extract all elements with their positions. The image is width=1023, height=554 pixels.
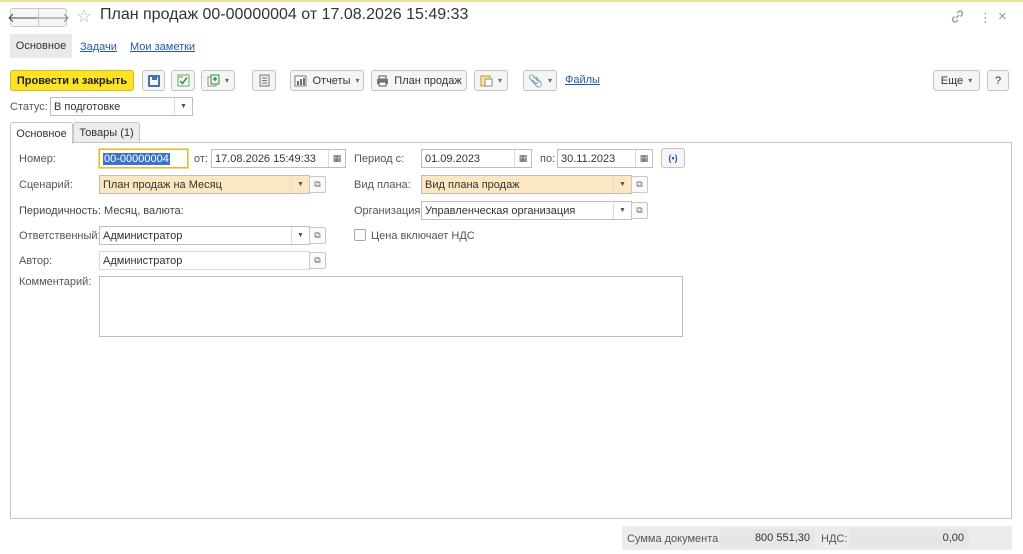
arrow-right-icon: 🡒: [35, 9, 70, 25]
vat-checkbox[interactable]: [354, 229, 366, 241]
open-icon[interactable]: ⧉: [309, 252, 326, 269]
more-menu-button[interactable]: Еще ▾: [933, 70, 980, 91]
period-select-icon: (•): [668, 153, 678, 163]
author-label: Автор:: [19, 255, 53, 267]
post-button[interactable]: [171, 70, 195, 91]
chevron-down-icon[interactable]: ▼: [613, 202, 631, 219]
number-value: 00-00000004: [103, 152, 170, 165]
number-label: Номер:: [19, 153, 56, 165]
period-from-value: 01.09.2023: [425, 152, 481, 165]
reports-label: Отчеты: [312, 74, 351, 87]
fn-link-tasks[interactable]: Задачи: [80, 41, 117, 53]
author-field: Администратор: [99, 251, 310, 270]
periodicity-text: Периодичность: Месяц, валюта:: [19, 205, 184, 217]
report-icon: [294, 75, 307, 86]
organization-select[interactable]: Управленческая организация ▼: [421, 201, 632, 220]
total-label: Сумма документа:: [627, 533, 722, 545]
plan-type-select[interactable]: Вид плана продаж ▼: [421, 175, 632, 194]
vat-total-value: 0,00: [850, 529, 969, 547]
chevron-down-icon: ▾: [547, 76, 552, 85]
tab-goods[interactable]: Товары (1): [73, 122, 140, 143]
help-button[interactable]: ?: [987, 70, 1009, 91]
author-value: Администратор: [103, 254, 183, 267]
open-icon[interactable]: ⧉: [631, 176, 648, 193]
post-icon: [177, 74, 189, 87]
vat-checkbox-label: Цена включает НДС: [371, 230, 475, 242]
open-icon[interactable]: ⧉: [631, 202, 648, 219]
number-input[interactable]: 00-00000004: [99, 149, 188, 168]
select-period-button[interactable]: (•): [661, 148, 685, 168]
organization-label: Организация:: [354, 205, 424, 217]
comment-textarea[interactable]: [99, 276, 683, 337]
chevron-down-icon: ▾: [224, 76, 229, 85]
date-input[interactable]: 17.08.2026 15:49:33 ▦: [211, 149, 346, 168]
attach-file-button[interactable]: 📎 ▾: [523, 70, 557, 91]
print-label: План продаж: [394, 74, 462, 87]
kebab-icon[interactable]: ⋮: [979, 10, 992, 26]
window-top-accent: [0, 0, 1023, 2]
responsible-label: Ответственный:: [19, 230, 101, 242]
chevron-down-icon: ▾: [968, 76, 973, 85]
status-select[interactable]: В подготовке ▼: [50, 97, 193, 116]
date-label: от:: [194, 153, 208, 165]
responsible-value: Администратор: [103, 229, 183, 242]
fn-link-notes[interactable]: Мои заметки: [130, 41, 195, 53]
document-folder-icon: [480, 75, 493, 87]
fn-tab-main[interactable]: Основное: [10, 34, 72, 58]
create-based-on-button[interactable]: ▾: [201, 70, 235, 91]
status-label: Статус:: [10, 101, 48, 113]
document-list-icon: [259, 74, 269, 87]
close-icon[interactable]: ×: [998, 8, 1007, 25]
organization-value: Управленческая организация: [425, 204, 576, 217]
period-to-input[interactable]: 30.11.2023 ▦: [557, 149, 653, 168]
files-link[interactable]: Файлы: [565, 74, 600, 86]
responsible-select[interactable]: Администратор ▼: [99, 226, 310, 245]
tab-main[interactable]: Основное: [10, 122, 73, 144]
period-from-label: Период с:: [354, 153, 405, 165]
chevron-down-icon[interactable]: ▼: [613, 176, 631, 193]
star-icon[interactable]: ☆: [76, 6, 92, 27]
plan-type-label: Вид плана:: [354, 179, 411, 191]
post-and-close-button[interactable]: Провести и закрыть: [10, 70, 134, 91]
calendar-icon[interactable]: ▦: [635, 150, 652, 167]
vat-total-label: НДС:: [821, 533, 848, 545]
scenario-label: Сценарий:: [19, 179, 73, 191]
chevron-down-icon[interactable]: ▼: [291, 176, 309, 193]
chevron-down-icon: ▾: [497, 76, 502, 85]
more-label: Еще: [940, 74, 964, 87]
page-title: План продаж 00-00000004 от 17.08.2026 15…: [100, 6, 469, 23]
print-plan-button[interactable]: План продаж: [371, 70, 467, 91]
period-to-value: 30.11.2023: [561, 152, 616, 165]
save-button[interactable]: [142, 70, 165, 91]
printer-icon: [377, 75, 389, 86]
period-from-input[interactable]: 01.09.2023 ▦: [421, 149, 532, 168]
status-value: В подготовке: [54, 100, 121, 113]
create-based-icon: [207, 74, 220, 87]
calendar-icon[interactable]: ▦: [514, 150, 531, 167]
reports-menu-button[interactable]: Отчеты ▾: [290, 70, 364, 91]
total-value: 800 551,30: [719, 529, 815, 547]
link-icon[interactable]: [951, 10, 964, 26]
structure-button[interactable]: [252, 70, 276, 91]
chevron-down-icon[interactable]: ▼: [291, 227, 309, 244]
chevron-down-icon[interactable]: ▼: [174, 98, 192, 115]
comment-label: Комментарий:: [19, 276, 92, 288]
forward-button[interactable]: 🡒: [35, 8, 70, 27]
paperclip-icon: 📎: [528, 73, 543, 88]
scenario-value: План продаж на Месяц: [103, 178, 222, 191]
attachments-menu-button[interactable]: ▾: [474, 70, 508, 91]
calendar-icon[interactable]: ▦: [328, 150, 345, 167]
date-value: 17.08.2026 15:49:33: [215, 152, 316, 165]
scenario-select[interactable]: План продаж на Месяц ▼: [99, 175, 310, 194]
open-icon[interactable]: ⧉: [309, 227, 326, 244]
open-icon[interactable]: ⧉: [309, 176, 326, 193]
plan-type-value: Вид плана продаж: [425, 178, 520, 191]
save-icon: [147, 74, 160, 87]
period-to-label: по:: [540, 153, 556, 165]
chevron-down-icon: ▾: [355, 76, 360, 85]
